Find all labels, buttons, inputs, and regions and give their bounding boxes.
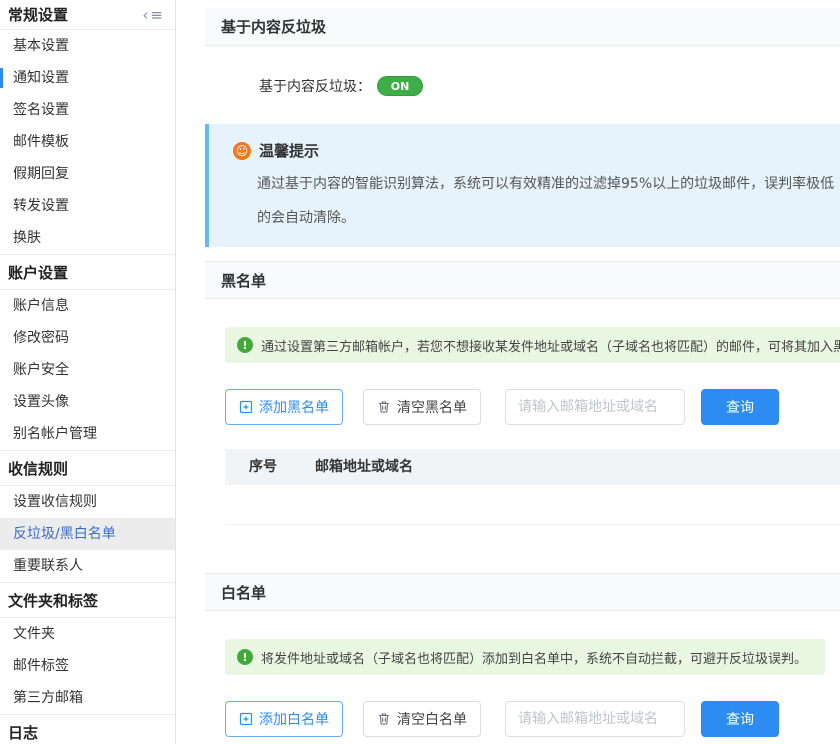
add-whitelist-button[interactable]: 添加白名单 [225,701,343,737]
blacklist-search-button[interactable]: 查询 [701,389,779,425]
section-content-antispam: 基于内容反垃圾 基于内容反垃圾： ON ☺ 温馨提示 通过基于内容的智能识别算法… [205,8,840,261]
group-title-text: 收信规则 [8,458,68,479]
group-title-logs: 日志 [0,714,175,744]
blacklist-notice: ! 通过设置第三方邮箱帐户，若您不想接收某发件地址或域名（子域名也将匹配）的邮件… [225,327,840,363]
sidebar-item-important-contacts[interactable]: 重要联系人 [0,550,175,582]
add-icon [239,400,253,414]
sidebar-item-change-password[interactable]: 修改密码 [0,322,175,354]
section-header-whitelist: 白名单 [205,573,840,611]
group-title-general: 常规设置 ‹≡ [0,0,175,30]
clear-blacklist-button[interactable]: 清空黑名单 [363,389,481,425]
whitelist-search-button[interactable]: 查询 [701,701,779,737]
sidebar-collapse-icon[interactable]: ‹≡ [142,6,165,24]
smiley-icon: ☺ [233,142,251,160]
blacklist-body: ! 通过设置第三方邮箱帐户，若您不想接收某发件地址或域名（子域名也将匹配）的邮件… [205,299,840,525]
antispam-toggle-row: 基于内容反垃圾： ON [205,46,840,124]
settings-content: 基于内容反垃圾 基于内容反垃圾： ON ☺ 温馨提示 通过基于内容的智能识别算法… [205,0,840,737]
section-header-antispam: 基于内容反垃圾 [205,8,840,46]
tip-text: 通过基于内容的智能识别算法，系统可以有效精准的过滤掉95%以上的垃圾邮件，误判率… [257,167,840,235]
whitelist-body: ! 将发件地址或域名（子域名也将匹配）添加到白名单中，系统不自动拦截，可避开反垃… [205,611,840,737]
sidebar-item-signature-settings[interactable]: 签名设置 [0,94,175,126]
whitelist-search-input[interactable] [505,701,685,737]
tip-line-2: 的会自动清除。 [257,201,840,235]
section-header-blacklist: 黑名单 [205,261,840,299]
button-label: 添加黑名单 [259,397,329,417]
sidebar-item-account-info[interactable]: 账户信息 [0,290,175,322]
blacklist-table-header: 序号 邮箱地址或域名 [225,449,840,485]
section-title: 基于内容反垃圾 [221,18,326,36]
notice-text: 将发件地址或域名（子域名也将匹配）添加到白名单中，系统不自动拦截，可避开反垃圾误… [261,648,807,667]
sidebar-item-basic-settings[interactable]: 基本设置 [0,30,175,62]
sidebar-item-alias-account[interactable]: 别名帐户管理 [0,418,175,450]
section-whitelist: 白名单 ! 将发件地址或域名（子域名也将匹配）添加到白名单中，系统不自动拦截，可… [205,573,840,737]
section-title: 白名单 [221,584,266,602]
sidebar-item-mail-template[interactable]: 邮件模板 [0,126,175,158]
trash-icon [377,400,391,414]
sidebar-item-skin[interactable]: 换肤 [0,222,175,254]
column-header-index: 序号 [225,449,315,485]
blacklist-search-input[interactable] [505,389,685,425]
sidebar-item-notification-settings[interactable]: 通知设置 [0,62,175,94]
tip-line-1: 通过基于内容的智能识别算法，系统可以有效精准的过滤掉95%以上的垃圾邮件，误判率… [257,167,840,201]
whitelist-notice: ! 将发件地址或域名（子域名也将匹配）添加到白名单中，系统不自动拦截，可避开反垃… [225,639,825,675]
tip-title: 温馨提示 [259,140,319,161]
sidebar-item-antispam-blacklist[interactable]: 反垃圾/黑白名单 [0,518,175,550]
antispam-toggle[interactable]: ON [377,76,423,96]
sidebar-item-label: 通知设置 [13,70,69,86]
sidebar-item-third-party-mailbox[interactable]: 第三方邮箱 [0,682,175,714]
sidebar-item-forward-settings[interactable]: 转发设置 [0,190,175,222]
group-title-text: 文件夹和标签 [8,590,98,611]
section-gap [205,247,840,261]
antispam-toggle-label: 基于内容反垃圾： [259,76,371,96]
whitelist-actions: 添加白名单 清空白名单 查询 [225,701,840,737]
sidebar-item-folders[interactable]: 文件夹 [0,618,175,650]
button-label: 清空白名单 [397,709,467,729]
sidebar-item-avatar-settings[interactable]: 设置头像 [0,386,175,418]
tip-header: ☺ 温馨提示 [233,140,840,161]
group-title-account: 账户设置 [0,254,175,290]
info-icon: ! [237,649,253,665]
blacklist-actions: 添加黑名单 清空黑名单 查询 [225,389,840,425]
sidebar-item-account-security[interactable]: 账户安全 [0,354,175,386]
sidebar-item-vacation-reply[interactable]: 假期回复 [0,158,175,190]
group-title-text: 常规设置 [8,4,68,25]
group-title-text: 日志 [8,722,38,743]
notice-text: 通过设置第三方邮箱帐户，若您不想接收某发件地址或域名（子域名也将匹配）的邮件，可… [261,336,840,355]
sidebar-item-receive-rules[interactable]: 设置收信规则 [0,486,175,518]
settings-sidebar: 常规设置 ‹≡ 基本设置 通知设置 签名设置 邮件模板 假期回复 转发设置 换肤… [0,0,176,744]
trash-icon [377,712,391,726]
section-gap [205,525,840,573]
active-indicator-bar [0,68,3,88]
button-label: 添加白名单 [259,709,329,729]
table-empty-row [225,485,840,525]
group-title-receive-rules: 收信规则 [0,450,175,486]
blacklist-table: 序号 邮箱地址或域名 [225,449,840,525]
add-blacklist-button[interactable]: 添加黑名单 [225,389,343,425]
add-icon [239,712,253,726]
tip-box: ☺ 温馨提示 通过基于内容的智能识别算法，系统可以有效精准的过滤掉95%以上的垃… [205,124,840,247]
info-icon: ! [237,337,253,353]
settings-page: 常规设置 ‹≡ 基本设置 通知设置 签名设置 邮件模板 假期回复 转发设置 换肤… [0,0,840,744]
group-title-folders-tags: 文件夹和标签 [0,582,175,618]
section-blacklist: 黑名单 ! 通过设置第三方邮箱帐户，若您不想接收某发件地址或域名（子域名也将匹配… [205,261,840,573]
clear-whitelist-button[interactable]: 清空白名单 [363,701,481,737]
sidebar-item-mail-tags[interactable]: 邮件标签 [0,650,175,682]
toggle-state-text: ON [391,80,410,93]
group-title-text: 账户设置 [8,262,68,283]
column-header-address: 邮箱地址或域名 [315,449,413,485]
section-title: 黑名单 [221,272,266,290]
button-label: 清空黑名单 [397,397,467,417]
